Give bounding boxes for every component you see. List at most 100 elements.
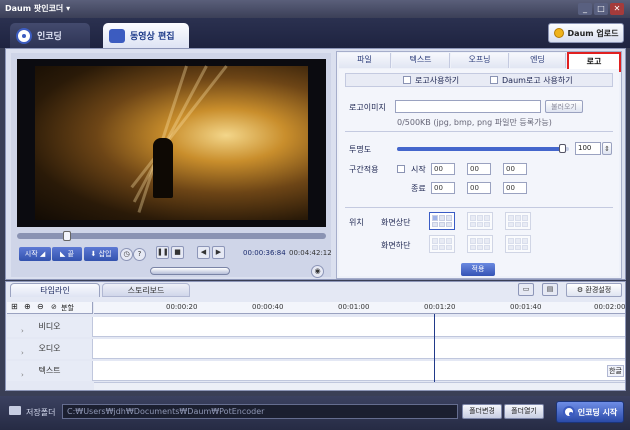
mark-end-button[interactable]: ◣ 끝 [52,247,82,261]
env-settings-button[interactable]: ⚙ 환경설정 [566,283,622,297]
chevron-right-icon[interactable]: › [21,366,24,385]
reel-icon [16,27,32,44]
track-text-label: › 텍스트 [7,361,93,381]
track-video[interactable]: › 비디오 [7,317,625,337]
opacity-knob[interactable] [559,144,567,153]
tab-storyboard[interactable]: 스토리보드 [102,283,190,297]
zoom-out-icon[interactable]: ⊖ [37,302,44,311]
ruler-tick: 00:00:20 [166,303,198,311]
ruler-tick: 00:00:40 [252,303,284,311]
timeline-scrollbar[interactable] [94,382,625,390]
change-folder-button[interactable]: 폴더변경 [462,404,502,419]
use-logo-label: 로고사용하기 [415,76,460,85]
video-frame [35,65,308,220]
volume-icon[interactable]: ◉ [311,265,324,278]
split-label[interactable]: 분할 [61,303,74,313]
track-text[interactable]: › 텍스트 한글 [7,361,625,381]
use-daum-logo-checkbox[interactable] [490,76,498,84]
fit-icon[interactable]: ⊞ [11,302,18,311]
ruler-tick: 00:01:40 [510,303,542,311]
folder-icon[interactable]: ▭ [518,283,534,296]
position-bottom-left[interactable] [429,235,455,253]
size-hint: 0/500KB (jpg, bmp, png 파일만 등록가능) [397,118,552,127]
timeline-area: 타임라인 스토리보드 ▭ ▤ ⚙ 환경설정 ⊞ ⊕ ⊖ ⊘ 분할 00:00:2… [5,281,626,391]
folder-icon [9,406,21,415]
maximize-button[interactable]: □ [594,3,608,15]
player-pane: 시작 ◢ ◣ 끝 ⬇ 삽입 ◷ ? ❚❚ ■ ◀ ▶ 00:00:36:84 0… [11,53,332,278]
title-bar: Daum 팟인코더 ▾ _ □ ✕ [0,0,630,18]
bottom-bar: 저장폴더 C:₩Users₩jdh₩Documents₩Daum₩PotEnco… [0,396,630,430]
position-top-left[interactable] [429,212,455,230]
divider [345,131,613,132]
tab-timeline[interactable]: 타임라인 [10,283,100,297]
seek-bar[interactable] [17,231,326,241]
ruler-tick: 00:01:20 [424,303,456,311]
apply-button[interactable]: 적용 [461,263,495,276]
logo-image-input[interactable] [395,100,541,113]
daum-upload-label: Daum 업로드 [567,28,619,38]
position-bottom-center[interactable] [467,235,493,253]
pause-icon[interactable]: ❚❚ [156,246,169,259]
minimize-button[interactable]: _ [578,3,592,15]
video-preview[interactable] [17,59,326,227]
film-edit-icon [109,28,125,43]
tab-encoding-label: 인코딩 [37,32,62,42]
start-minute[interactable]: 00 [467,163,491,175]
seek-knob[interactable] [63,231,71,241]
window-title[interactable]: Daum 팟인코더 ▾ [5,3,70,14]
tab-encoding[interactable]: 인코딩 [10,23,90,48]
opacity-label: 투명도 [349,145,372,154]
insert-button[interactable]: ⬇ 삽입 [84,247,118,261]
mark-start-button[interactable]: 시작 ◢ [19,247,51,261]
save-folder-label: 저장폴더 [26,408,56,417]
env-settings-label: 환경설정 [585,286,612,294]
ime-indicator: 한글 [607,365,624,377]
divider [345,207,613,208]
start-encoding-label: 인코딩 시작 [577,407,618,417]
editor-area: 시작 ◢ ◣ 끝 ⬇ 삽입 ◷ ? ❚❚ ■ ◀ ▶ 00:00:36:84 0… [5,48,626,280]
opacity-spinner[interactable]: ⇕ [602,142,612,155]
time-ruler[interactable]: 00:00:20 00:00:40 00:01:00 00:01:20 00:0… [94,302,625,314]
tab-video-edit[interactable]: 동영상 편집 [103,23,189,48]
opacity-fill [397,147,563,151]
daum-upload-button[interactable]: Daum 업로드 [548,23,624,43]
playhead[interactable] [434,314,435,382]
range-start-label: 시작 [411,165,426,174]
prev-frame-icon[interactable]: ◀ [197,246,210,259]
tab-file[interactable]: 파일 [339,53,391,68]
start-second[interactable]: 00 [503,163,527,175]
tab-text[interactable]: 텍스트 [392,53,450,68]
zoom-in-icon[interactable]: ⊕ [24,302,31,311]
end-hour[interactable]: 00 [431,182,455,194]
end-minute[interactable]: 00 [467,182,491,194]
end-second[interactable]: 00 [503,182,527,194]
close-button[interactable]: ✕ [610,3,624,15]
help-icon[interactable]: ? [133,248,146,261]
playback-range-bar[interactable] [150,267,230,275]
tab-ending[interactable]: 엔딩 [510,53,566,68]
position-top-right[interactable] [505,212,531,230]
top-position-label: 화면상단 [381,218,411,227]
coin-icon [553,28,564,38]
position-top-center[interactable] [467,212,493,230]
start-hour[interactable]: 00 [431,163,455,175]
save-icon[interactable]: ▤ [542,283,558,296]
split-icon[interactable]: ⊘ [51,303,57,311]
range-checkbox[interactable] [397,165,405,173]
start-encoding-button[interactable]: 인코딩 시작 [556,401,624,423]
open-folder-button[interactable]: 폴더열기 [504,404,544,419]
settings-pane: 파일 텍스트 오프닝 엔딩 로고 로고사용하기 Daum로고 사용하기 로고이미… [336,51,622,279]
opacity-track[interactable] [397,147,569,151]
track-audio[interactable]: › 오디오 [7,339,625,359]
browse-button[interactable]: 불러오기 [545,100,583,113]
clock-icon[interactable]: ◷ [120,248,133,261]
track-audio-label: › 오디오 [7,339,93,359]
position-bottom-right[interactable] [505,235,531,253]
use-logo-checkbox[interactable] [403,76,411,84]
tab-opening[interactable]: 오프닝 [451,53,509,68]
opacity-value[interactable]: 100 [575,142,601,155]
next-frame-icon[interactable]: ▶ [212,246,225,259]
range-end-label: 종료 [411,184,426,193]
save-path-field[interactable]: C:₩Users₩jdh₩Documents₩Daum₩PotEncoder [62,404,458,419]
stop-icon[interactable]: ■ [171,246,184,259]
